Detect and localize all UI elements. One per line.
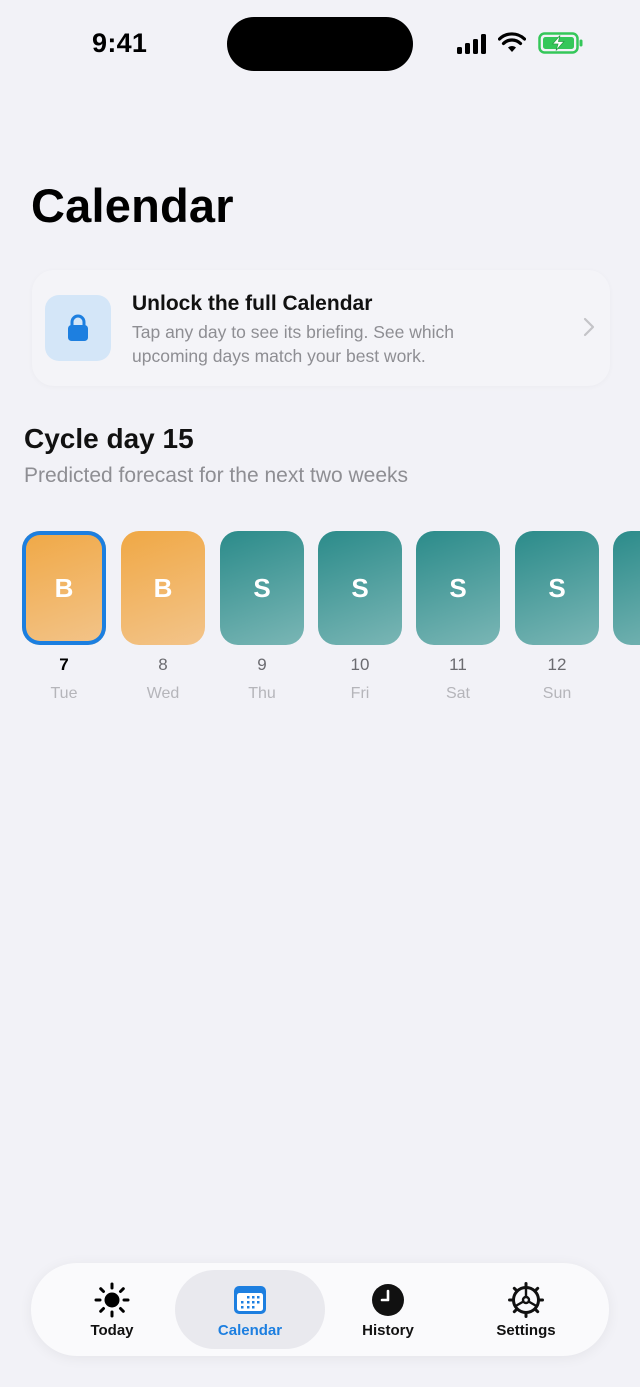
tab-today[interactable]: Today — [37, 1270, 187, 1349]
day-tile[interactable]: S — [220, 531, 304, 645]
day-weekday: Thu — [248, 685, 276, 702]
day-number: 9 — [257, 655, 267, 674]
day-strip[interactable]: B 7 Tue B 8 Wed S 9 Thu S 10 Fri S 11 Sa… — [0, 531, 640, 711]
day-tile[interactable]: S — [318, 531, 402, 645]
unlock-calendar-card[interactable]: Unlock the full Calendar Tap any day to … — [32, 270, 610, 386]
dynamic-island — [227, 17, 413, 71]
tab-bar: Today Calendar History Settings — [31, 1263, 609, 1356]
day-number: 8 — [158, 655, 168, 674]
day-weekday: Sun — [542, 685, 572, 702]
day-weekday: Sat — [445, 685, 470, 702]
battery-charging-icon — [538, 32, 583, 54]
sun-icon — [94, 1282, 130, 1318]
day-number: 12 — [547, 655, 567, 674]
day-tile[interactable]: S — [515, 531, 599, 645]
calendar-icon — [234, 1286, 266, 1314]
day-number: 11 — [449, 655, 467, 674]
tab-calendar[interactable]: Calendar — [175, 1270, 325, 1349]
clock-icon — [372, 1284, 404, 1316]
day-weekday: Tue — [50, 685, 78, 702]
day-item[interactable]: S 12 Sun — [515, 531, 599, 706]
day-item[interactable]: S 11 Sat — [416, 531, 500, 706]
unlock-card-description: Tap any day to see its briefing. See whi… — [132, 322, 454, 366]
tab-label: Calendar — [217, 1322, 283, 1339]
tab-settings[interactable]: Settings — [451, 1270, 601, 1349]
tab-label: Settings — [496, 1322, 556, 1339]
calendar-screen: 9:41 Calendar Unlock the full Calendar T… — [0, 0, 640, 1387]
status-time: 9:41 — [92, 28, 148, 58]
day-item[interactable]: S 9 Thu — [220, 531, 304, 706]
page-title: Calendar — [31, 179, 234, 232]
day-item[interactable] — [613, 531, 640, 706]
day-item[interactable]: B 7 Tue — [22, 531, 106, 706]
cycle-forecast-subtitle: Predicted forecast for the next two week… — [24, 464, 409, 487]
gear-icon — [508, 1282, 544, 1318]
tab-history[interactable]: History — [313, 1270, 463, 1349]
day-tile[interactable]: B — [121, 531, 205, 645]
chevron-right-icon — [583, 317, 595, 337]
lock-badge — [45, 295, 111, 361]
lock-icon — [68, 314, 88, 341]
day-item[interactable]: S 10 Fri — [318, 531, 402, 706]
day-tile[interactable]: S — [416, 531, 500, 645]
cycle-day-title: Cycle day 15 — [24, 423, 194, 454]
day-tile[interactable]: B — [22, 531, 106, 645]
wifi-icon — [498, 32, 526, 52]
day-weekday: Wed — [146, 685, 180, 702]
day-tile[interactable] — [613, 531, 640, 645]
tab-label: History — [362, 1322, 414, 1339]
day-number: 10 — [350, 655, 370, 674]
day-number: 7 — [59, 655, 69, 674]
status-icons — [457, 30, 584, 56]
day-weekday: Fri — [350, 685, 370, 702]
unlock-card-title: Unlock the full Calendar — [132, 292, 373, 315]
status-bar: 9:41 — [0, 0, 640, 90]
day-item[interactable]: B 8 Wed — [121, 531, 205, 706]
tab-label: Today — [90, 1322, 134, 1339]
cellular-signal-icon — [457, 32, 486, 54]
